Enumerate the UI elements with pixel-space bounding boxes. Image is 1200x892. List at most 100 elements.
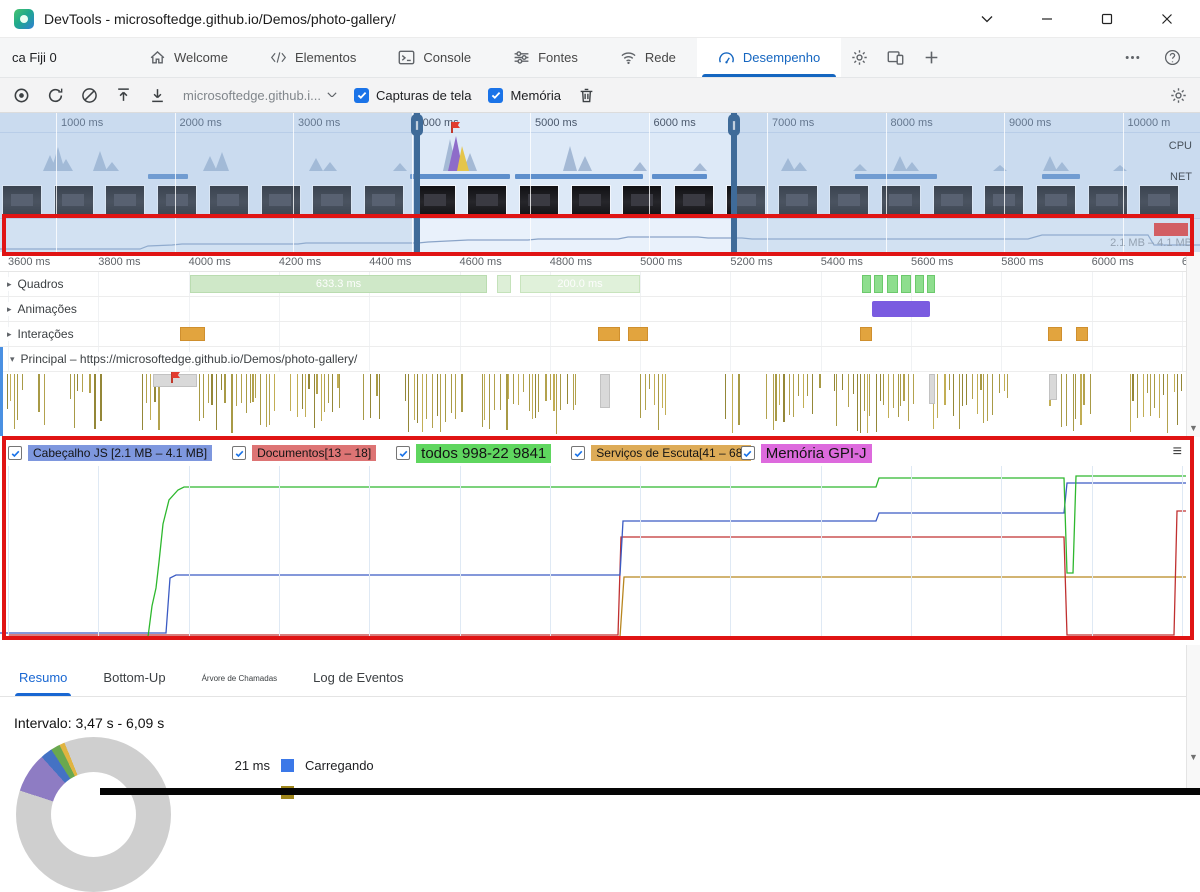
minimize-icon[interactable] [1032, 6, 1062, 32]
memory-checkbox[interactable] [488, 87, 504, 103]
flame-activity-tick [639, 374, 641, 419]
ruler-label: 5200 ms [730, 256, 773, 268]
main-track-label[interactable]: ▾ Principal – https://microsoftedge.gith… [10, 352, 362, 366]
interaction-bar[interactable] [180, 327, 205, 341]
interaction-bar[interactable] [598, 327, 620, 341]
counter-legend-item[interactable]: Serviços de Escuta[41 – 68] [571, 445, 751, 461]
details-tab-log-de-eventos[interactable]: Log de Eventos [313, 670, 403, 696]
summary-legend-row: 21 ms Carregando [222, 758, 374, 773]
main-track-header[interactable]: ▾ Principal – https://microsoftedge.gith… [3, 347, 1186, 372]
window-title: DevTools - microsoftedge.github.io/Demos… [44, 10, 396, 27]
record-icon[interactable] [13, 87, 30, 104]
counter-checkbox[interactable] [232, 446, 247, 460]
tab-label: Console [423, 50, 472, 65]
reload-icon[interactable] [47, 87, 64, 104]
flame-activity-tick [296, 374, 298, 418]
chevron-down-icon[interactable] [972, 6, 1002, 32]
interactions-track[interactable]: ▸ Interações [0, 322, 1186, 347]
flame-activity-tick [948, 374, 950, 390]
frames-track-label[interactable]: ▸ Quadros [7, 277, 68, 291]
tab-rede[interactable]: Rede [599, 38, 697, 77]
counter-legend-item[interactable]: Cabeçalho JS [2.1 MB – 4.1 MB] [8, 445, 213, 461]
download-profile-icon[interactable] [149, 87, 166, 104]
tab-elementos[interactable]: Elementos [249, 38, 377, 77]
frame-segment [901, 275, 911, 293]
screenshots-checkbox[interactable] [354, 87, 370, 103]
chart-gridline [98, 466, 100, 636]
flame-activity-tick [902, 374, 905, 401]
upload-profile-icon[interactable] [115, 87, 132, 104]
devtools-logo-icon [14, 8, 34, 29]
close-icon[interactable] [1152, 6, 1182, 32]
flame-activity-tick [82, 374, 84, 393]
flame-activity-tick [216, 374, 218, 430]
overview-gridline [767, 113, 768, 252]
selection-handle-left[interactable]: ∥ [411, 113, 423, 252]
selection-handle-right[interactable]: ∥ [728, 113, 740, 252]
tab-fontes[interactable]: Fontes [492, 38, 599, 77]
home-icon [149, 49, 166, 66]
overview-gridline [174, 113, 176, 252]
main-thread-track[interactable]: ▾ Principal – https://microsoftedge.gith… [0, 347, 1186, 436]
interaction-bar[interactable] [1076, 327, 1088, 341]
details-tab-bottom-up[interactable]: Bottom-Up [103, 670, 165, 696]
memory-counters-chart[interactable] [0, 466, 1186, 636]
flame-activity-tick [439, 374, 441, 433]
flame-activity-tick [888, 374, 889, 419]
counter-legend-item[interactable]: todos 998-22 9841 [396, 443, 552, 463]
details-tab-resumo[interactable]: Resumo [14, 670, 72, 696]
counter-checkbox[interactable] [571, 446, 586, 460]
trash-icon[interactable] [578, 87, 595, 104]
interactions-track-label[interactable]: ▸ Interações [7, 327, 78, 341]
flame-chart[interactable] [3, 372, 1186, 436]
memory-option[interactable]: Memória [488, 87, 561, 103]
scroll-down-icon[interactable]: ▼ [1187, 423, 1200, 433]
timeline-overview[interactable]: 1000 ms 2000 ms 3000 ms 4000 ms 5000 ms 6000 … [0, 113, 1200, 252]
details-tab--rvore-de-chamadas[interactable]: Árvore de Chamadas [202, 674, 278, 696]
counter-checkbox[interactable] [396, 446, 411, 460]
details-scrollbar[interactable]: ▼ [1186, 645, 1200, 788]
counter-checkbox[interactable] [740, 446, 755, 460]
gear-icon[interactable] [841, 38, 877, 77]
tab-welcome[interactable]: Welcome [128, 38, 249, 77]
flame-activity-tick [260, 374, 262, 426]
ruler-label: 4800 ms [549, 256, 592, 268]
screenshots-option[interactable]: Capturas de tela [354, 87, 471, 103]
frame-segment [874, 275, 883, 293]
animations-track[interactable]: ▸ Animações [0, 297, 1186, 322]
counter-checkbox[interactable] [8, 446, 22, 460]
hamburger-icon[interactable]: ≡ [1173, 443, 1182, 461]
tab-desempenho[interactable]: Desempenho [696, 38, 842, 77]
interaction-bar[interactable] [1048, 327, 1062, 341]
frame-bar[interactable]: 200.0 ms [520, 275, 640, 293]
flame-activity-tick [444, 374, 446, 422]
tab-console[interactable]: Console [377, 38, 492, 77]
counter-legend-item[interactable]: Documentos[13 – 18] [232, 445, 377, 461]
flame-activity-tick [308, 374, 311, 389]
emulation-label[interactable]: ca Fiji 0 [0, 38, 128, 77]
counter-legend-item[interactable]: Memória GPI-J [740, 443, 872, 463]
animation-bar[interactable] [872, 301, 930, 317]
frames-track[interactable]: ▸ Quadros 633.3 ms 200.0 ms [0, 272, 1186, 297]
maximize-icon[interactable] [1092, 6, 1122, 32]
block-icon[interactable] [81, 87, 98, 104]
interaction-bar[interactable] [860, 327, 872, 341]
tracks-scrollbar[interactable]: ▼ [1186, 252, 1200, 437]
chevron-right-icon: ▸ [7, 303, 12, 314]
flame-activity-tick [792, 374, 794, 418]
interaction-bar[interactable] [628, 327, 648, 341]
frame-bar[interactable] [497, 275, 511, 293]
chart-gridline [278, 466, 280, 636]
plus-icon[interactable] [913, 38, 949, 77]
animations-track-label[interactable]: ▸ Animações [7, 302, 81, 316]
frame-bar[interactable]: 633.3 ms [190, 275, 487, 293]
scroll-down-icon[interactable]: ▼ [1187, 752, 1200, 762]
settings-gear-icon[interactable] [1170, 87, 1187, 104]
flame-activity-tick [422, 374, 424, 433]
device-toolbar-icon[interactable] [877, 38, 913, 77]
flame-activity-tick [142, 374, 144, 431]
help-icon[interactable] [1154, 38, 1190, 77]
more-icon[interactable] [1114, 38, 1150, 77]
flame-activity-tick [892, 374, 894, 409]
page-selector[interactable]: microsoftedge.github.i... [183, 88, 337, 103]
